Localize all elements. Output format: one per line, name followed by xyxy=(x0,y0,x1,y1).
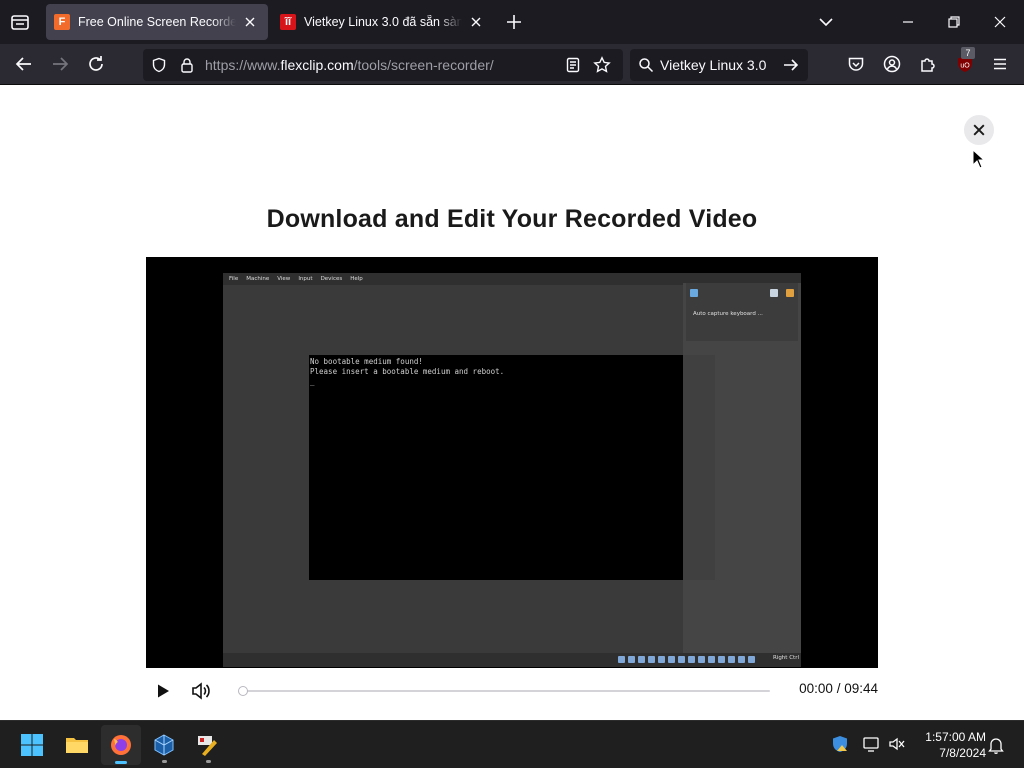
mouse-cursor-icon xyxy=(972,148,986,169)
search-go-arrow-icon[interactable] xyxy=(782,56,800,74)
video-controls: 00:00 / 09:44 xyxy=(146,668,878,712)
active-app-indicator xyxy=(115,761,127,764)
vm-panel-icon xyxy=(770,289,778,297)
play-icon[interactable] xyxy=(154,682,172,700)
vietkey-favicon-icon: ĩĩ xyxy=(280,14,296,30)
reader-view-icon[interactable] xyxy=(565,57,581,73)
windows-security-shield-icon[interactable] xyxy=(831,735,849,753)
volume-icon[interactable] xyxy=(190,681,212,701)
console-line: _ xyxy=(310,377,315,386)
close-tab-icon[interactable] xyxy=(468,14,484,30)
vm-shadow xyxy=(683,355,715,580)
new-tab-plus-icon[interactable] xyxy=(504,12,524,32)
start-button[interactable] xyxy=(12,725,52,765)
extensions-puzzle-icon[interactable] xyxy=(919,55,937,73)
vm-menu-item: Help xyxy=(350,276,363,282)
current-time: 00:00 xyxy=(799,681,833,696)
page-content: Download and Edit Your Recorded Video Fi… xyxy=(0,85,1024,720)
firefox-icon xyxy=(111,735,131,755)
folder-icon xyxy=(66,738,88,753)
vietkey-taskbar-button[interactable] xyxy=(188,725,228,765)
close-tab-icon[interactable] xyxy=(242,14,258,30)
tab-title: Vietkey Linux 3.0 đã sẵn sàng để tải về xyxy=(304,15,462,29)
search-bar[interactable]: Vietkey Linux 3.0 xyxy=(630,49,808,81)
vm-status-bar: Right Ctrl xyxy=(223,653,801,667)
vm-menu-item: File xyxy=(229,276,239,282)
vm-panel-icon xyxy=(786,289,794,297)
flexclip-favicon-icon: F xyxy=(54,14,70,30)
seek-bar[interactable] xyxy=(238,686,770,696)
video-player[interactable]: File Machine View Input Devices Help Aut… xyxy=(146,257,878,668)
notification-bell-icon[interactable] xyxy=(988,736,1004,754)
close-window-icon[interactable] xyxy=(990,12,1010,32)
navigation-toolbar: https://www.flexclip.com/tools/screen-re… xyxy=(0,44,1024,85)
vm-status-icons xyxy=(618,656,755,663)
virtualbox-icon xyxy=(154,734,174,756)
hamburger-menu-icon[interactable] xyxy=(991,55,1009,73)
total-time: 09:44 xyxy=(844,681,878,696)
tab-strip: F Free Online Screen Recorder & Webcam R… xyxy=(0,0,1024,44)
vm-host-key: Right Ctrl xyxy=(772,655,799,661)
account-icon[interactable] xyxy=(883,55,901,73)
tracking-protection-shield-icon[interactable] xyxy=(151,57,167,73)
tab-overflow-chevron-down-icon[interactable] xyxy=(816,12,836,32)
modal-close-button[interactable] xyxy=(964,115,994,145)
file-explorer-taskbar-button[interactable] xyxy=(57,725,97,765)
url-path: /tools/screen-recorder/ xyxy=(353,57,494,73)
speaker-muted-icon[interactable] xyxy=(888,735,906,753)
vm-panel-icon xyxy=(690,289,698,297)
vm-menu-item: Machine xyxy=(246,276,270,282)
tab-title: Free Online Screen Recorder & Webcam Rec… xyxy=(78,15,236,29)
ublock-badge: 7 xyxy=(961,47,975,59)
taskbar: 1:57:00 AM 7/8/2024 xyxy=(0,720,1024,768)
running-app-dot xyxy=(206,760,211,763)
url-host: flexclip.com xyxy=(280,57,354,73)
timecode: 00:00 / 09:44 xyxy=(799,681,878,696)
clock-time: 1:57:00 AM xyxy=(925,730,986,744)
clock-date: 7/8/2024 xyxy=(939,746,986,760)
reload-icon[interactable] xyxy=(86,54,106,74)
search-input[interactable]: Vietkey Linux 3.0 xyxy=(660,57,766,73)
pocket-icon[interactable] xyxy=(847,55,865,73)
restore-icon[interactable] xyxy=(944,12,964,32)
back-arrow-icon[interactable] xyxy=(14,54,34,74)
search-icon xyxy=(638,57,654,73)
firefox-taskbar-button[interactable] xyxy=(101,725,141,765)
list-all-tabs-icon[interactable] xyxy=(8,10,32,34)
modal-title: Download and Edit Your Recorded Video xyxy=(266,205,758,233)
recorded-vm-screen: File Machine View Input Devices Help Aut… xyxy=(223,273,801,667)
vm-menu-item: View xyxy=(277,276,291,282)
minimize-icon[interactable] xyxy=(898,12,918,32)
url-prefix: https://www. xyxy=(205,57,281,73)
console-line: Please insert a bootable medium and rebo… xyxy=(310,367,505,376)
virtualbox-taskbar-button[interactable] xyxy=(144,725,184,765)
url-text[interactable]: https://www.flexclip.com/tools/screen-re… xyxy=(205,57,494,73)
seek-handle[interactable] xyxy=(238,686,248,696)
vm-notification-panel: Auto capture keyboard ... xyxy=(686,283,798,341)
vm-console: No bootable medium found! Please insert a… xyxy=(309,355,683,580)
vm-menu-item: Input xyxy=(298,276,313,282)
system-clock[interactable]: 1:57:00 AM 7/8/2024 xyxy=(914,729,986,761)
forward-arrow-icon[interactable] xyxy=(50,54,70,74)
vm-panel-note: Auto capture keyboard ... xyxy=(693,311,763,317)
vm-menu-item: Devices xyxy=(320,276,343,282)
network-icon[interactable] xyxy=(862,735,880,753)
running-app-dot xyxy=(162,760,167,763)
close-icon xyxy=(973,124,985,136)
tab-flexclip[interactable]: F Free Online Screen Recorder & Webcam R… xyxy=(46,4,268,40)
lock-icon[interactable] xyxy=(179,57,195,73)
ublock-origin-icon[interactable]: uO 7 xyxy=(955,47,975,74)
vietkey-icon xyxy=(198,736,217,756)
svg-text:uO: uO xyxy=(960,63,970,70)
console-line: No bootable medium found! xyxy=(310,357,423,366)
address-bar[interactable]: https://www.flexclip.com/tools/screen-re… xyxy=(143,49,623,81)
bookmark-star-icon[interactable] xyxy=(593,56,611,74)
windows-logo-icon xyxy=(21,734,43,756)
tab-vietkey[interactable]: ĩĩ Vietkey Linux 3.0 đã sẵn sàng để tải … xyxy=(272,4,492,40)
